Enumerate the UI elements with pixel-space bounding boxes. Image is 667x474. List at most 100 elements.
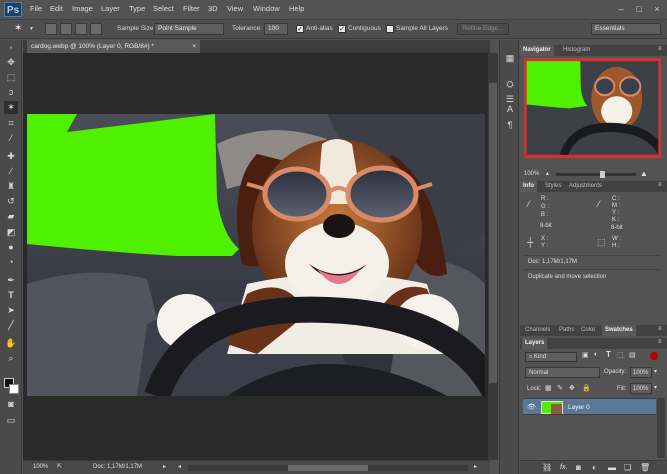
- intersect-selection-icon[interactable]: [90, 23, 102, 35]
- menu-view[interactable]: View: [227, 4, 243, 13]
- color-menu-icon[interactable]: ≡: [658, 326, 662, 332]
- filter-type-icon[interactable]: T: [606, 350, 611, 359]
- fill-input[interactable]: 100%: [630, 383, 652, 394]
- screen-mode-icon[interactable]: ▭: [4, 414, 18, 427]
- lock-position-icon[interactable]: ✥: [569, 384, 575, 392]
- tab-adjustments[interactable]: Adjustments: [566, 181, 605, 192]
- tab-paths[interactable]: Paths: [556, 325, 577, 336]
- filter-toggle-icon[interactable]: [650, 352, 658, 360]
- magic-wand-preset-icon[interactable]: ✶: [14, 23, 22, 34]
- blur-tool-icon[interactable]: ●: [4, 241, 18, 254]
- hand-tool-icon[interactable]: ✋: [4, 337, 18, 350]
- lock-pixels-icon[interactable]: ✎: [557, 384, 563, 392]
- vertical-scrollbar[interactable]: [488, 53, 498, 460]
- navigator-preview[interactable]: [523, 57, 667, 161]
- menu-file[interactable]: File: [30, 4, 42, 13]
- eyedropper-cmyk-icon[interactable]: ⁄: [598, 199, 600, 209]
- maximize-button[interactable]: □: [632, 3, 646, 15]
- info-menu-icon[interactable]: ≡: [658, 182, 662, 188]
- tab-histogram[interactable]: Histogram: [560, 45, 593, 56]
- blend-mode-select[interactable]: Normal: [525, 367, 600, 378]
- tab-navigator[interactable]: Navigator: [520, 45, 554, 56]
- horizontal-scrollbar[interactable]: [188, 465, 468, 471]
- eyedropper-tool-icon[interactable]: ⁄: [4, 132, 18, 145]
- navigator-menu-icon[interactable]: ≡: [658, 46, 662, 52]
- navigator-zoom[interactable]: 100%: [524, 171, 539, 177]
- new-layer-icon[interactable]: ❏: [624, 463, 631, 472]
- lock-all-icon[interactable]: 🔒: [582, 384, 591, 392]
- zoom-tool-icon[interactable]: ⌕: [4, 352, 18, 365]
- paragraph-panel-icon[interactable]: ¶: [503, 119, 517, 132]
- navigator-zoom-slider[interactable]: [556, 171, 636, 178]
- filter-adjustment-icon[interactable]: ◐: [594, 351, 598, 358]
- layers-menu-icon[interactable]: ≡: [658, 339, 662, 345]
- fill-dropdown-icon[interactable]: ▾: [654, 384, 657, 391]
- pen-tool-icon[interactable]: ✒: [4, 274, 18, 287]
- layer-row[interactable]: 👁 Layer 0: [523, 398, 656, 415]
- refine-edge-button[interactable]: Refine Edge...: [457, 23, 509, 35]
- new-group-icon[interactable]: ▬: [608, 463, 616, 472]
- adjustment-layer-icon[interactable]: ◐: [592, 463, 597, 472]
- layer-name[interactable]: Layer 0: [568, 404, 590, 411]
- status-export-icon[interactable]: ⇱: [57, 463, 62, 470]
- rectangular-marquee-tool-icon[interactable]: ⬚: [4, 71, 18, 84]
- add-to-selection-icon[interactable]: [60, 23, 72, 35]
- tab-info[interactable]: Info: [520, 181, 537, 192]
- status-zoom[interactable]: 100%: [33, 464, 48, 470]
- layers-scrollbar[interactable]: [657, 398, 665, 458]
- menu-3d[interactable]: 3D: [208, 4, 218, 13]
- menu-filter[interactable]: Filter: [183, 4, 200, 13]
- menu-select[interactable]: Select: [153, 4, 174, 13]
- filter-smart-object-icon[interactable]: ▤: [629, 351, 636, 359]
- tab-layers[interactable]: Layers: [522, 338, 548, 349]
- zoom-in-icon[interactable]: ▲: [640, 169, 648, 178]
- background-color-swatch[interactable]: [9, 384, 19, 394]
- layer-kind-filter[interactable]: ⌕ Kind: [525, 352, 577, 362]
- opacity-dropdown-icon[interactable]: ▾: [654, 368, 657, 375]
- menu-window[interactable]: Window: [253, 4, 280, 13]
- menu-layer[interactable]: Layer: [101, 4, 120, 13]
- hscroll-left-icon[interactable]: ◂: [178, 463, 181, 470]
- brush-tool-icon[interactable]: ∕: [4, 165, 18, 178]
- filter-pixel-icon[interactable]: ▣: [582, 351, 589, 359]
- character-panel-icon[interactable]: A: [503, 103, 517, 116]
- filter-shape-icon[interactable]: ⬚: [617, 351, 624, 359]
- path-selection-tool-icon[interactable]: ➤: [4, 304, 18, 317]
- lasso-tool-icon[interactable]: ↄ: [4, 86, 18, 99]
- tab-channels[interactable]: Channels: [522, 325, 553, 336]
- delete-layer-icon[interactable]: 🗑: [640, 463, 650, 472]
- tab-swatches[interactable]: Swatches: [602, 325, 636, 336]
- tab-color[interactable]: Color: [578, 325, 598, 336]
- type-tool-icon[interactable]: T: [4, 289, 18, 302]
- eraser-tool-icon[interactable]: ▰: [4, 210, 18, 223]
- close-document-icon[interactable]: ×: [192, 40, 196, 53]
- sample-all-layers-checkbox[interactable]: ✓: [386, 25, 394, 33]
- tolerance-input[interactable]: 100: [264, 23, 288, 35]
- canvas-image[interactable]: [27, 114, 485, 396]
- menu-type[interactable]: Type: [129, 4, 145, 13]
- sample-size-select[interactable]: Point Sample: [154, 23, 224, 35]
- healing-brush-tool-icon[interactable]: ✚: [4, 150, 18, 163]
- minimize-button[interactable]: –: [614, 3, 628, 15]
- quick-mask-icon[interactable]: ◙: [4, 398, 18, 411]
- vertical-scroll-thumb[interactable]: [489, 83, 497, 383]
- tab-styles[interactable]: Styles: [542, 181, 564, 192]
- status-menu-arrow-icon[interactable]: ▸: [163, 463, 166, 470]
- preset-dropdown-arrow-icon[interactable]: ▾: [30, 25, 33, 32]
- opacity-input[interactable]: 100%: [630, 367, 652, 378]
- clone-stamp-tool-icon[interactable]: ♜: [4, 180, 18, 193]
- zoom-out-icon[interactable]: ▴: [546, 170, 549, 177]
- hscroll-right-icon[interactable]: ▸: [474, 463, 477, 470]
- document-tab[interactable]: cardog.webp @ 100% (Layer 0, RGB/8#) * ×: [27, 40, 200, 53]
- magic-wand-tool-icon[interactable]: ✶: [4, 101, 18, 114]
- line-tool-icon[interactable]: ╱: [4, 319, 18, 332]
- menu-image[interactable]: Image: [72, 4, 93, 13]
- menu-help[interactable]: Help: [289, 4, 304, 13]
- move-tool-icon[interactable]: ✥: [4, 56, 18, 69]
- dodge-tool-icon[interactable]: ◔: [4, 256, 18, 269]
- anti-alias-checkbox[interactable]: ✓: [296, 25, 304, 33]
- layer-visibility-eye-icon[interactable]: 👁: [527, 403, 536, 411]
- zoom-slider-thumb[interactable]: [600, 171, 605, 178]
- layer-style-icon[interactable]: fx.: [560, 464, 567, 471]
- contiguous-checkbox[interactable]: ✓: [338, 25, 346, 33]
